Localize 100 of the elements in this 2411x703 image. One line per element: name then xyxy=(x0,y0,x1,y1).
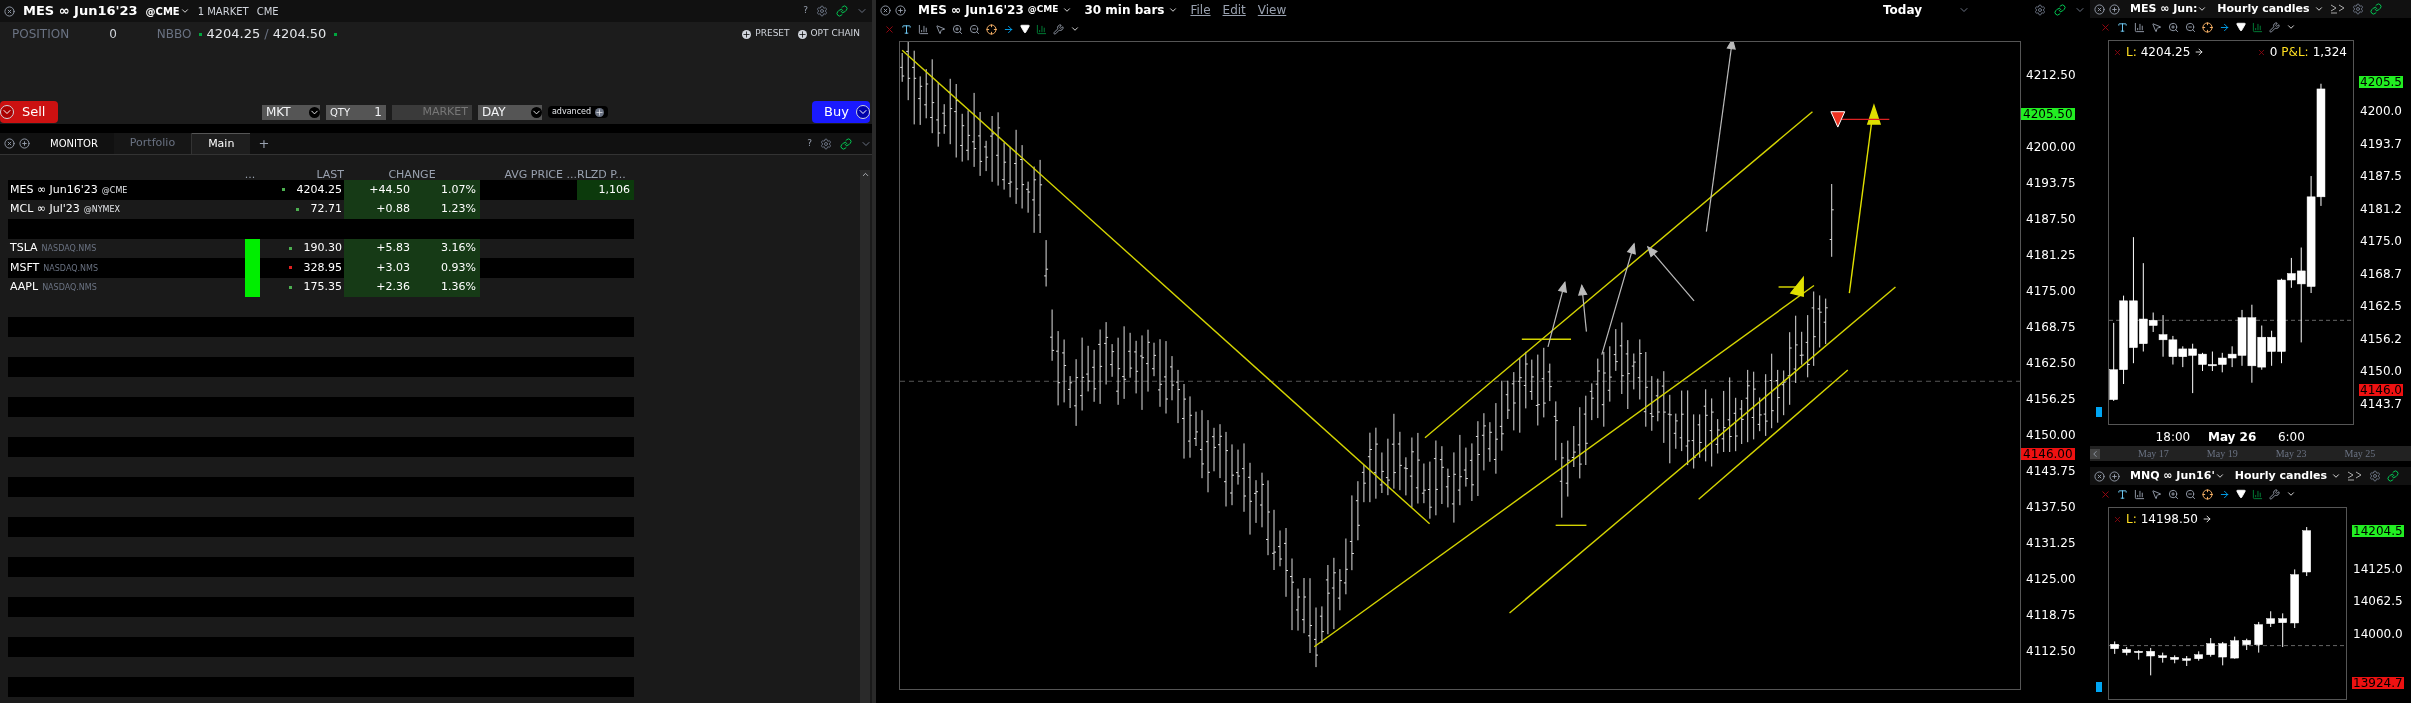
bars-icon[interactable] xyxy=(2134,21,2145,33)
arrow-icon[interactable] xyxy=(2202,514,2212,524)
column-header[interactable]: LAST xyxy=(264,169,344,180)
crosshair-icon[interactable] xyxy=(986,23,997,35)
caret-icon[interactable] xyxy=(2286,489,2296,499)
close-icon[interactable] xyxy=(4,5,15,17)
zoom-in-icon[interactable] xyxy=(2168,21,2179,33)
buy-button[interactable]: Buy xyxy=(812,101,870,123)
expand-icon[interactable] xyxy=(19,138,30,149)
price-field[interactable]: MARKET xyxy=(391,104,472,120)
volume-icon[interactable] xyxy=(1036,23,1047,35)
volume-icon[interactable] xyxy=(2252,21,2263,33)
triangle-icon[interactable] xyxy=(2236,22,2246,32)
navigator-label: May 25 xyxy=(2344,447,2376,461)
cursor-icon[interactable] xyxy=(2151,21,2162,33)
chart-plot[interactable]: L: 14198.50 xyxy=(2108,507,2347,700)
link-icon[interactable] xyxy=(840,137,852,150)
wrench-icon[interactable] xyxy=(2269,488,2280,500)
caret-icon[interactable] xyxy=(2286,22,2296,32)
close-icon[interactable] xyxy=(2094,470,2105,482)
expand-icon[interactable] xyxy=(895,4,906,16)
zoom-out-icon[interactable] xyxy=(2185,488,2196,500)
settings-icon[interactable] xyxy=(2351,3,2364,15)
arrow-icon[interactable] xyxy=(2194,47,2205,57)
order-type-dropdown[interactable]: MKT xyxy=(261,104,320,120)
last-price: 4204.25 xyxy=(296,181,342,198)
add-tab-button[interactable]: + xyxy=(250,133,278,154)
chart-plot[interactable]: L: 4204.25 0 P&L: 1,324 xyxy=(2108,40,2354,425)
expand-icon[interactable] xyxy=(2109,3,2120,15)
zoom-out-icon[interactable] xyxy=(969,23,980,35)
more-icon[interactable] xyxy=(2347,471,2363,481)
settings-icon[interactable] xyxy=(2034,4,2046,16)
column-header[interactable]: AVG PRICE ... xyxy=(480,169,577,180)
chart-plot[interactable] xyxy=(899,41,2021,690)
chart-type-dropdown[interactable]: Hourly candles xyxy=(2234,467,2341,485)
candlestick xyxy=(2278,612,2287,648)
settings-icon[interactable] xyxy=(2369,470,2381,482)
range-dropdown[interactable]: Today xyxy=(1883,1,1922,19)
scroll-up-icon[interactable] xyxy=(860,170,870,179)
link-icon[interactable] xyxy=(2369,3,2382,15)
wrench-icon[interactable] xyxy=(1053,23,1064,35)
bars-icon[interactable] xyxy=(918,23,929,35)
crosshair-icon[interactable] xyxy=(2202,488,2213,500)
menu-item[interactable]: Edit xyxy=(1222,1,1246,19)
cursor-icon[interactable] xyxy=(935,23,946,35)
caret-icon[interactable] xyxy=(1070,24,1080,34)
crosshair-icon[interactable] xyxy=(2202,21,2213,33)
close-icon[interactable] xyxy=(2094,3,2105,15)
chart-title[interactable]: MNQ ∞ Jun16' xyxy=(2130,467,2225,485)
menu-item[interactable]: File xyxy=(1190,1,1211,19)
help-icon[interactable]: ? xyxy=(803,4,808,18)
volume-icon[interactable] xyxy=(2252,488,2263,500)
settings-icon[interactable] xyxy=(820,137,832,150)
help-icon[interactable]: ? xyxy=(807,136,812,151)
column-header[interactable]: RLZD P... xyxy=(577,169,634,180)
text-tool-icon[interactable] xyxy=(2117,488,2128,500)
sell-button[interactable]: Sell xyxy=(0,101,58,123)
zoom-in-icon[interactable] xyxy=(952,23,963,35)
text-tool-icon[interactable] xyxy=(901,23,912,35)
link-icon[interactable] xyxy=(2387,470,2399,482)
opt-chain-button[interactable]: OPT CHAIN xyxy=(797,27,860,41)
exchange-dropdown[interactable]: @CME xyxy=(145,3,190,19)
settings-icon[interactable] xyxy=(816,5,828,17)
wrench-icon[interactable] xyxy=(2269,21,2280,33)
zoom-out-icon[interactable] xyxy=(2185,21,2196,33)
expand-icon[interactable] xyxy=(2109,470,2120,482)
arrow-right-icon[interactable] xyxy=(2219,21,2230,33)
quote-row[interactable]: MES ∞ Jun16'23 @CME 4204.25 +44.50 1.07% 1,106 xyxy=(8,180,634,200)
chart-title[interactable]: MES ∞ Jun16'23 @CME xyxy=(918,1,1073,19)
arrow-right-icon[interactable] xyxy=(2219,488,2230,500)
column-header[interactable]: CHANGE xyxy=(344,169,480,180)
close-icon[interactable] xyxy=(4,138,15,149)
scrollbar[interactable] xyxy=(860,170,870,703)
menu-item[interactable]: View xyxy=(1257,1,1287,19)
tab[interactable]: Main xyxy=(192,133,251,154)
zoom-in-icon[interactable] xyxy=(2168,488,2179,500)
text-tool-icon[interactable] xyxy=(2117,21,2128,33)
advanced-button[interactable]: advanced xyxy=(547,106,609,118)
tab[interactable]: Portfolio xyxy=(113,133,193,154)
link-icon[interactable] xyxy=(836,5,848,17)
more-icon[interactable] xyxy=(2329,4,2346,14)
axis-label: 4162.50 xyxy=(2026,357,2076,369)
chart-title[interactable]: MES ∞ Jun: xyxy=(2130,0,2208,18)
triangle-icon[interactable] xyxy=(2236,489,2246,499)
cursor-icon[interactable] xyxy=(2151,488,2162,500)
bars-icon[interactable] xyxy=(2134,488,2145,500)
axis-label: 4112.50 xyxy=(2026,645,2076,657)
quantity-field[interactable]: QTY 1 xyxy=(325,104,386,120)
axis-label: 4131.25 xyxy=(2026,537,2076,549)
link-icon[interactable] xyxy=(2054,4,2066,16)
preset-button[interactable]: PRESET xyxy=(742,27,790,41)
arrow-right-icon[interactable] xyxy=(1003,23,1014,35)
quote-row[interactable]: MSFT NASDAQ.NMS 328.95 +3.03 0.93% xyxy=(8,258,634,278)
close-icon[interactable] xyxy=(880,4,891,16)
scroll-left-icon[interactable] xyxy=(2090,448,2100,459)
tif-dropdown[interactable]: DAY xyxy=(477,104,542,120)
bar-size-dropdown[interactable]: 30 min bars xyxy=(1084,1,1179,19)
column-header[interactable]: ... xyxy=(236,169,264,180)
chart-type-dropdown[interactable]: Hourly candles xyxy=(2217,0,2324,18)
triangle-icon[interactable] xyxy=(1020,24,1030,34)
